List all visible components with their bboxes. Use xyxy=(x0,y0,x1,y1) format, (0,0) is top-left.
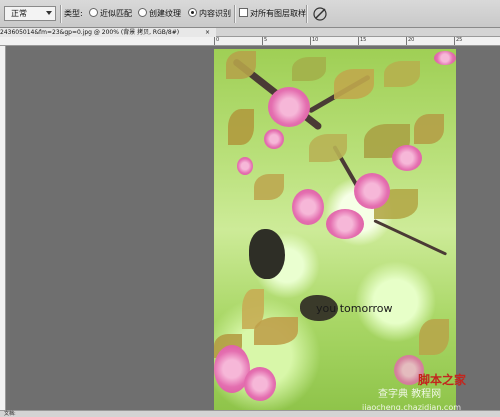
leaf xyxy=(384,61,420,87)
options-separator xyxy=(306,5,308,23)
status-bar: 文档: xyxy=(0,410,500,417)
cherry-blossom xyxy=(268,87,310,127)
cherry-blossom xyxy=(326,209,364,239)
mode-select[interactable]: 正常 xyxy=(4,6,56,21)
horizontal-ruler: 0 5 10 15 20 25 xyxy=(0,37,500,46)
sample-all-layers-checkbox[interactable] xyxy=(239,8,248,17)
document-tab-title: 243605014&fm=23&gp=0.jpg @ 200% (背景 拷贝, … xyxy=(0,29,180,36)
leaf xyxy=(254,174,284,200)
close-icon[interactable]: × xyxy=(205,28,210,37)
document-tab-bar: 243605014&fm=23&gp=0.jpg @ 200% (背景 拷贝, … xyxy=(0,28,500,37)
shadow-patch xyxy=(249,229,285,279)
ruler-tick: 20 xyxy=(406,37,414,45)
cherry-blossom xyxy=(354,173,390,209)
pressure-brush-icon[interactable] xyxy=(311,5,329,23)
type-label: 类型: xyxy=(64,9,83,18)
chevron-down-icon xyxy=(46,11,52,15)
ruler-tick: 5 xyxy=(262,37,267,45)
leaf xyxy=(414,114,444,144)
document-image[interactable] xyxy=(214,49,456,410)
cherry-blossom xyxy=(434,51,456,65)
document-tab[interactable]: 243605014&fm=23&gp=0.jpg @ 200% (背景 拷贝, … xyxy=(0,28,216,37)
radio-proximity-label[interactable]: 近似匹配 xyxy=(100,8,132,20)
ruler-tick: 25 xyxy=(454,37,462,45)
radio-proximity-match[interactable] xyxy=(89,8,98,17)
ruler-tick: 15 xyxy=(358,37,366,45)
ruler-tick: 10 xyxy=(310,37,318,45)
cherry-blossom xyxy=(237,157,253,175)
leaf xyxy=(334,69,374,99)
cherry-blossom xyxy=(292,189,324,225)
cherry-blossom xyxy=(244,367,276,401)
options-separator xyxy=(234,5,236,23)
status-bar-text: 文档: xyxy=(4,411,16,417)
branch xyxy=(373,219,448,256)
options-separator xyxy=(60,5,62,23)
mode-select-value: 正常 xyxy=(11,9,27,18)
sample-all-layers-label[interactable]: 对所有图层取样 xyxy=(250,8,306,20)
canvas-caption-text: you tomorrow xyxy=(316,302,393,315)
leaf xyxy=(419,319,449,355)
radio-texture-label[interactable]: 创建纹理 xyxy=(149,8,181,20)
watermark-sub: 查字典 教程网 xyxy=(378,389,442,400)
ruler-tick: 0 xyxy=(214,37,219,45)
radio-content-aware-label[interactable]: 内容识别 xyxy=(199,8,231,20)
cherry-blossom xyxy=(392,145,422,171)
options-bar: 正常 类型: 近似匹配 创建纹理 内容识别 对所有图层取样 xyxy=(0,0,500,28)
leaf xyxy=(228,109,254,145)
leaf xyxy=(292,57,326,81)
leaf xyxy=(309,134,347,162)
cherry-blossom xyxy=(264,129,284,149)
leaf xyxy=(226,51,256,79)
radio-content-aware[interactable] xyxy=(188,8,197,17)
radio-create-texture[interactable] xyxy=(138,8,147,17)
leaf xyxy=(254,317,298,345)
